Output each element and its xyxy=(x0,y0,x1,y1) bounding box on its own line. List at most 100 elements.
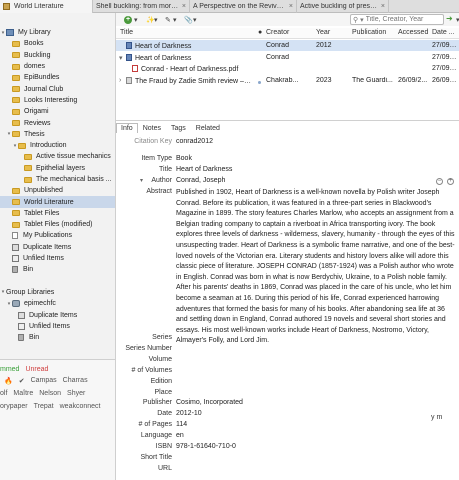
tag-item[interactable]: Shyer xyxy=(67,390,85,397)
field-value[interactable]: 2012-10 xyxy=(176,410,376,419)
collection-label: domes xyxy=(24,63,46,71)
collection-item[interactable]: Unfiled Items xyxy=(0,253,115,264)
tab-tags[interactable]: Tags xyxy=(166,123,191,133)
citation-key-value[interactable]: conrad2012 xyxy=(176,138,213,145)
field-value[interactable] xyxy=(176,334,376,343)
minus-icon[interactable]: − xyxy=(436,178,443,185)
column-header-date-added[interactable]: Date ... xyxy=(432,29,455,36)
chevron-down-icon[interactable]: ▾ xyxy=(119,54,123,62)
collection-item[interactable]: Unpublished xyxy=(0,185,115,196)
chevron-down-icon[interactable]: ▾ xyxy=(360,16,364,24)
tab-document[interactable]: Active buckling of pressuriz... × xyxy=(297,0,389,13)
tag-item[interactable]: weakconnect xyxy=(60,403,101,410)
close-icon[interactable]: × xyxy=(289,3,293,10)
tag-item[interactable]: Trepat xyxy=(34,403,54,410)
folder-icon xyxy=(18,142,26,149)
search-input[interactable] xyxy=(365,16,446,23)
column-header-accessed[interactable]: Accessed xyxy=(398,29,428,36)
chevron-down-icon[interactable]: ▾ xyxy=(191,14,199,25)
collection-item[interactable]: ▾ Thesis xyxy=(0,129,115,140)
column-header-title[interactable]: Title xyxy=(120,29,133,36)
collection-item[interactable]: Looks Interesting xyxy=(0,95,115,106)
item-row[interactable]: ▾ Heart of Darkness Conrad 27/09/2... xyxy=(116,52,459,63)
collection-item[interactable]: ▾ Group Libraries xyxy=(0,287,115,298)
item-row[interactable]: › The Fraud by Zadie Smith review – a tri… xyxy=(116,75,459,86)
field-value[interactable] xyxy=(176,389,376,398)
folder-icon xyxy=(24,153,32,160)
tab-document[interactable]: Shell buckling: from morph... × xyxy=(93,0,190,13)
field-value[interactable] xyxy=(176,345,376,354)
collection-item[interactable]: Unfiled Items xyxy=(0,321,115,332)
field-value[interactable] xyxy=(176,367,376,376)
plus-icon[interactable]: + xyxy=(447,178,454,185)
field-label: Title xyxy=(159,166,172,173)
tag-item[interactable]: mmed xyxy=(0,366,19,373)
collection-item[interactable]: Books xyxy=(0,38,115,49)
column-header-publication[interactable]: Publication xyxy=(352,29,386,36)
collection-item[interactable]: Journal Club xyxy=(0,83,115,94)
sync-icon[interactable]: ➜ xyxy=(446,14,453,23)
collection-item[interactable]: ▾ epimechfc xyxy=(0,298,115,309)
column-header-attachments[interactable]: ● xyxy=(258,29,262,36)
collection-item[interactable]: domes xyxy=(0,61,115,72)
collection-item[interactable]: Tablet Files xyxy=(0,208,115,219)
abstract-value[interactable]: Published in 1902, Heart of Darkness is … xyxy=(176,188,456,347)
collection-item[interactable]: Duplicate Items xyxy=(0,309,115,320)
field-value[interactable] xyxy=(176,356,376,365)
collection-item[interactable]: Tablet Files (modified) xyxy=(0,219,115,230)
folder-icon xyxy=(12,108,20,115)
item-row[interactable]: Conrad - Heart of Darkness.pdf 27/09/2... xyxy=(116,63,459,74)
search-field[interactable]: ⚲ ▾ xyxy=(350,14,446,25)
item-row[interactable]: Heart of Darkness Conrad 2012 27/09/2... xyxy=(116,40,459,51)
collection-item[interactable]: Reviews xyxy=(0,117,115,128)
book-icon xyxy=(126,42,132,49)
collection-item[interactable]: ▾ My Library xyxy=(0,27,115,38)
collection-item[interactable]: Buckling xyxy=(0,50,115,61)
tag-item[interactable]: Campas xyxy=(31,377,57,385)
tab-library[interactable]: World Literature xyxy=(0,0,93,13)
field-value[interactable]: Cosimo, Incorporated xyxy=(176,399,376,408)
tag-item[interactable]: Charras xyxy=(63,377,88,385)
tab-document[interactable]: A Perspective on the Reviva... × xyxy=(190,0,297,13)
title-value[interactable]: Heart of Darkness xyxy=(176,166,232,173)
close-icon[interactable]: × xyxy=(381,3,385,10)
field-value[interactable]: 978-1-61640-710-0 xyxy=(176,443,376,452)
tab-info[interactable]: Info xyxy=(116,123,138,133)
collection-item[interactable]: Epithelial layers xyxy=(0,163,115,174)
collection-item[interactable]: Bin xyxy=(0,264,115,275)
collection-item[interactable]: My Publications xyxy=(0,230,115,241)
collection-item[interactable]: Bin xyxy=(0,332,115,343)
chevron-down-icon[interactable]: ▾ xyxy=(152,14,160,25)
tag-item[interactable]: Nelson xyxy=(39,390,61,397)
tag-item[interactable]: olf xyxy=(0,390,7,397)
collection-item[interactable]: ▾ Introduction xyxy=(0,140,115,151)
field-value[interactable] xyxy=(176,378,376,387)
item-type-value[interactable]: Book xyxy=(176,155,192,162)
chevron-down-icon[interactable]: ▾ xyxy=(132,14,140,25)
chevron-down-icon[interactable]: ▾ xyxy=(140,177,143,184)
chevron-down-icon[interactable]: › xyxy=(119,77,121,84)
chevron-down-icon[interactable]: ▾ xyxy=(171,14,179,25)
collection-item[interactable]: Origami xyxy=(0,106,115,117)
chevron-down-icon[interactable]: ▾ xyxy=(454,14,459,25)
item-title-cell: Heart of Darkness xyxy=(126,42,252,50)
author-value[interactable]: Conrad, Joseph xyxy=(176,177,225,184)
collection-item[interactable]: EpiBundles xyxy=(0,72,115,83)
collection-item[interactable]: Duplicate Items xyxy=(0,242,115,253)
tab-notes[interactable]: Notes xyxy=(138,123,166,133)
field-value[interactable]: 114 xyxy=(176,421,376,430)
collection-label: Thesis xyxy=(24,130,45,138)
field-value[interactable]: en xyxy=(176,432,376,441)
collection-item[interactable]: The mechanical basis ... xyxy=(0,174,115,185)
tag-item[interactable]: orypaper xyxy=(0,403,28,410)
tag-item[interactable]: Maître xyxy=(13,390,33,397)
tag-item[interactable]: Unread xyxy=(25,366,48,373)
close-icon[interactable]: × xyxy=(182,3,186,10)
collection-item[interactable]: World Literature xyxy=(0,196,115,208)
collection-item[interactable]: Active tissue mechanics xyxy=(0,151,115,162)
column-header-creator[interactable]: Creator xyxy=(266,29,289,36)
column-header-year[interactable]: Year xyxy=(316,29,330,36)
field-value[interactable] xyxy=(176,454,376,463)
field-value[interactable] xyxy=(176,465,376,474)
tab-related[interactable]: Related xyxy=(191,123,225,133)
